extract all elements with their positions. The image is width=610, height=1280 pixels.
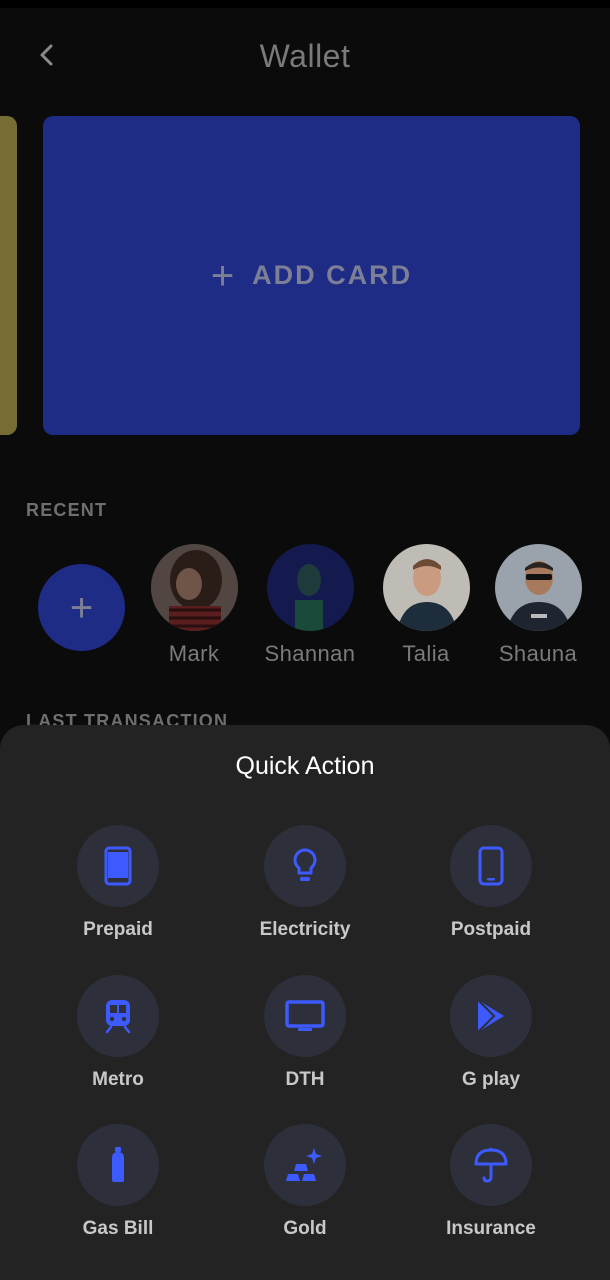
gold-bars-icon [286, 1148, 322, 1181]
plus-icon: + [210, 253, 235, 298]
contact-name: Shannan [264, 641, 356, 666]
mobile-phone-icon [478, 846, 504, 886]
action-label: G play [461, 1069, 521, 1090]
action-icon-circle [264, 975, 346, 1057]
contact-name: Mark [168, 641, 220, 666]
action-label: Prepaid [83, 919, 153, 940]
metro-button[interactable]: Metro [38, 975, 198, 1091]
google-play-button[interactable]: G play [411, 975, 571, 1091]
action-icon-circle [450, 1124, 532, 1206]
electricity-button[interactable]: Electricity [225, 825, 385, 941]
header: Wallet [0, 8, 610, 104]
action-icon-circle [450, 975, 532, 1057]
contact-item[interactable]: Mark [144, 544, 244, 667]
smartphone-icon [104, 846, 132, 886]
action-label: Gas Bill [82, 1218, 154, 1239]
action-icon-circle [77, 1124, 159, 1206]
previous-card[interactable] [0, 116, 17, 435]
action-label: Insurance [446, 1218, 536, 1239]
contact-name: Shauna [498, 641, 578, 666]
gold-button[interactable]: Gold [225, 1124, 385, 1240]
status-bar [0, 0, 610, 8]
avatar [266, 544, 354, 631]
action-label: Metro [92, 1069, 144, 1090]
dth-button[interactable]: DTH [225, 975, 385, 1091]
action-label: Gold [283, 1218, 327, 1239]
recent-heading: RECENT [26, 500, 108, 520]
page-title: Wallet [259, 38, 351, 74]
action-icon-circle [450, 825, 532, 907]
contact-item[interactable]: Talia [376, 544, 476, 667]
sheet-title: Quick Action [235, 752, 375, 780]
train-icon [105, 1000, 131, 1034]
action-icon-circle [264, 825, 346, 907]
add-recent-button[interactable]: + [38, 564, 125, 651]
recent-contacts: + Mark Shannan Talia Shauna [0, 544, 610, 674]
action-icon-circle [77, 975, 159, 1057]
gas-bill-button[interactable]: Gas Bill [38, 1124, 198, 1240]
prepaid-button[interactable]: Prepaid [38, 825, 198, 941]
add-card-label: ADD CARD [252, 260, 413, 290]
tv-icon [285, 1000, 325, 1031]
gas-cylinder-icon [112, 1147, 124, 1182]
plus-icon: + [69, 585, 94, 630]
action-label: Electricity [259, 919, 351, 940]
umbrella-icon [474, 1148, 508, 1183]
contact-item[interactable]: Shauna [488, 544, 588, 667]
action-icon-circle [77, 825, 159, 907]
lightbulb-icon [293, 848, 317, 881]
contact-item[interactable]: Shannan [260, 544, 360, 667]
avatar [494, 544, 582, 631]
avatar [382, 544, 470, 631]
action-icon-circle [264, 1124, 346, 1206]
google-play-icon [477, 999, 504, 1033]
postpaid-button[interactable]: Postpaid [411, 825, 571, 941]
avatar [150, 544, 238, 631]
add-card-button[interactable]: + ADD CARD [43, 116, 580, 435]
action-label: DTH [285, 1069, 325, 1090]
contact-name: Talia [402, 641, 450, 666]
quick-action-sheet: Quick Action Prepaid Electricity Postpai… [0, 725, 610, 1280]
insurance-button[interactable]: Insurance [411, 1124, 571, 1240]
action-label: Postpaid [450, 919, 532, 940]
